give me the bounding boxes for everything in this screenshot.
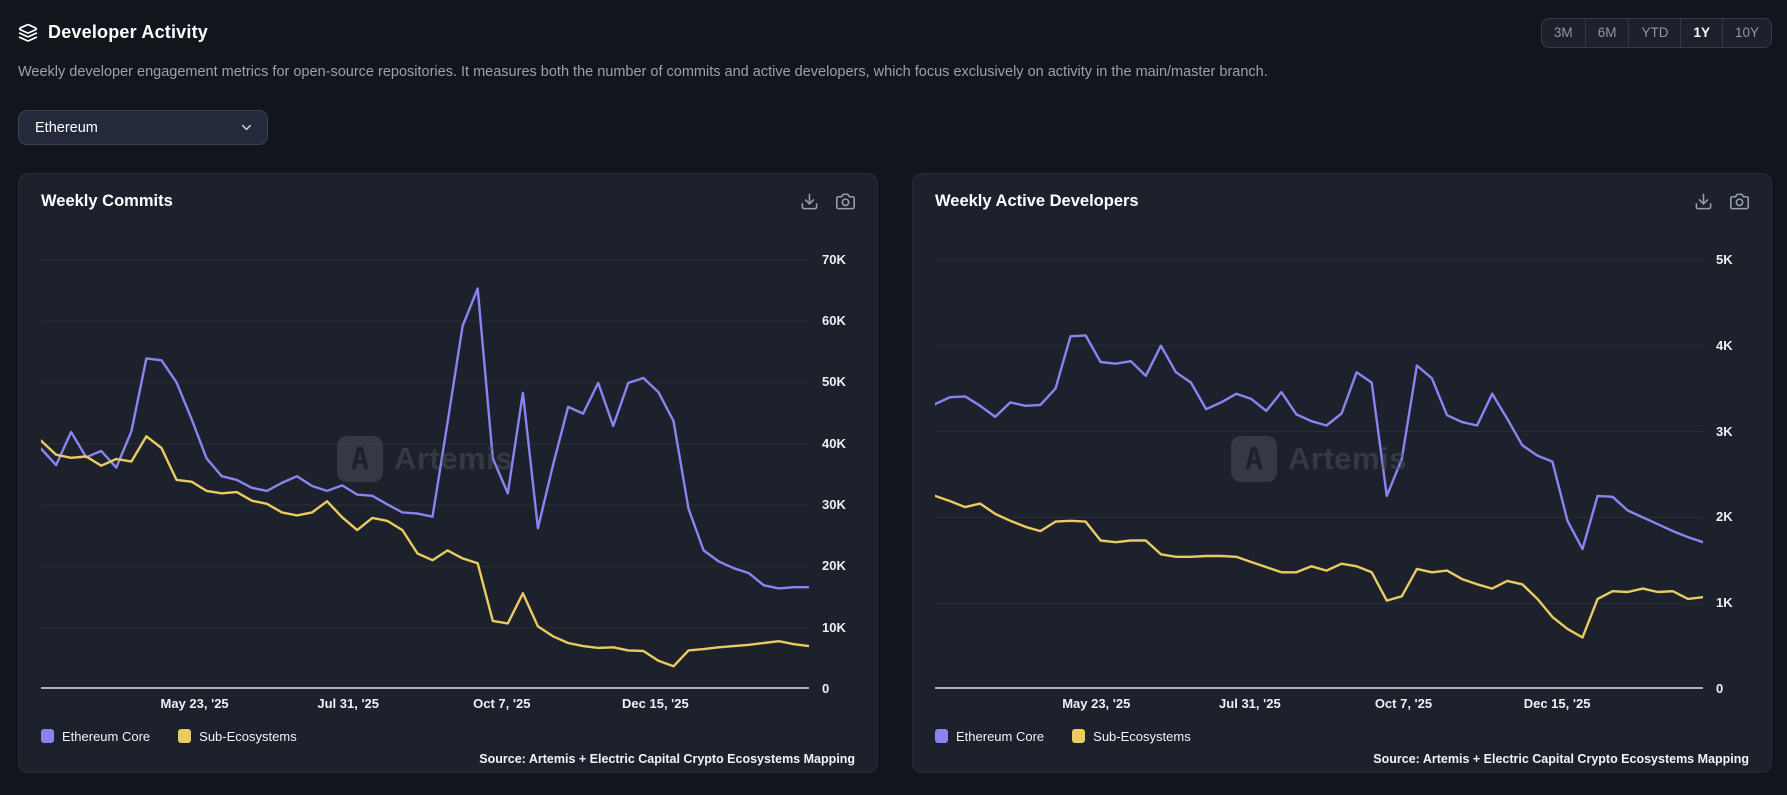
card-actions: [1694, 192, 1749, 211]
camera-icon: [1730, 193, 1749, 210]
chevron-down-icon: [241, 124, 252, 131]
legend-item-ethereum-core[interactable]: Ethereum Core: [41, 729, 150, 744]
y-tick-label: 2K: [1716, 509, 1733, 525]
y-tick-label: 0: [822, 681, 830, 697]
card-header: Weekly Active Developers: [935, 192, 1749, 211]
legend-item-sub-ecosystems[interactable]: Sub-Ecosystems: [178, 729, 297, 744]
range-button-1y[interactable]: 1Y: [1680, 19, 1722, 47]
range-button-ytd[interactable]: YTD: [1628, 19, 1680, 47]
range-button-10y[interactable]: 10Y: [1721, 19, 1771, 47]
download-icon: [1695, 193, 1712, 210]
y-tick-label: 10K: [822, 619, 846, 635]
chart-plot[interactable]: A Artemis: [41, 229, 809, 689]
chart-legend: Ethereum Core Sub-Ecosystems: [41, 725, 855, 747]
line-chart: [935, 259, 1703, 689]
series-line-sub-ecosystems: [41, 435, 809, 668]
page-description: Weekly developer engagement metrics for …: [18, 64, 1268, 80]
chart-title: Weekly Commits: [41, 192, 173, 211]
page-title: Developer Activity: [48, 22, 208, 42]
legend-swatch: [1072, 729, 1086, 744]
weekly-commits-card: Weekly Commits A Artemis 70K 60K 50K 40K…: [18, 173, 878, 774]
download-button[interactable]: [800, 192, 819, 211]
page-header: Developer Activity 3M 6M YTD 1Y 10Y: [18, 16, 1772, 48]
x-tick-label: Dec 15, '25: [622, 696, 689, 712]
x-tick-label: Jul 31, '25: [317, 696, 380, 712]
y-axis-labels: 70K 60K 50K 40K 30K 20K 10K 0: [809, 229, 855, 696]
y-tick-label: 50K: [822, 374, 846, 390]
camera-icon: [836, 193, 855, 210]
card-header: Weekly Commits: [41, 192, 855, 211]
plot-row: A Artemis 5K 4K 3K 2K 1K 0: [935, 229, 1749, 696]
y-tick-label: 1K: [1716, 595, 1733, 611]
x-axis-labels: May 23, '25 Jul 31, '25 Oct 7, '25 Dec 15, …: [935, 696, 1703, 716]
x-tick-label: Jul 31, '25: [1219, 696, 1281, 712]
legend-label: Sub-Ecosystems: [199, 728, 297, 744]
range-button-6m[interactable]: 6M: [1584, 19, 1629, 47]
line-chart: [41, 259, 809, 689]
y-tick-label: 3K: [1716, 423, 1733, 439]
legend-label: Ethereum Core: [62, 728, 151, 744]
ecosystem-dropdown-value: Ethereum: [35, 119, 98, 136]
series-line-ethereum-core: [41, 287, 809, 590]
y-tick-label: 30K: [822, 497, 846, 513]
camera-button[interactable]: [1730, 192, 1749, 211]
legend-label: Ethereum Core: [956, 728, 1045, 744]
legend-item-ethereum-core[interactable]: Ethereum Core: [935, 729, 1044, 744]
y-tick-label: 40K: [822, 435, 846, 451]
x-tick-label: May 23, '25: [160, 696, 229, 712]
y-tick-label: 20K: [822, 558, 846, 574]
y-tick-label: 4K: [1716, 337, 1733, 353]
range-button-3m[interactable]: 3M: [1542, 19, 1585, 47]
page-title-wrap: Developer Activity: [18, 22, 208, 43]
page: Developer Activity 3M 6M YTD 1Y 10Y Weekly d…: [0, 0, 1787, 774]
download-icon: [801, 193, 818, 210]
card-actions: [800, 192, 855, 211]
y-tick-label: 5K: [1716, 251, 1733, 267]
legend-label: Sub-Ecosystems: [1093, 728, 1191, 744]
source-attribution: Source: Artemis + Electric Capital Crypt…: [479, 752, 855, 767]
x-tick-label: Oct 7, '25: [473, 696, 531, 712]
chart-title: Weekly Active Developers: [935, 192, 1139, 211]
y-axis-labels: 5K 4K 3K 2K 1K 0: [1703, 229, 1749, 696]
ecosystem-dropdown[interactable]: Ethereum: [18, 110, 268, 146]
weekly-active-developers-card: Weekly Active Developers A Artemis 5K 4K…: [912, 173, 1772, 774]
layers-icon: [18, 23, 38, 42]
x-axis-labels: May 23, '25 Jul 31, '25 Oct 7, '25 Dec 15, …: [41, 696, 809, 716]
camera-button[interactable]: [836, 192, 855, 211]
y-tick-label: 60K: [822, 313, 846, 329]
chart-plot[interactable]: A Artemis: [935, 229, 1703, 689]
y-tick-label: 70K: [822, 251, 846, 267]
x-tick-label: May 23, '25: [1062, 696, 1131, 712]
download-button[interactable]: [1694, 192, 1713, 211]
charts-row: Weekly Commits A Artemis 70K 60K 50K 40K…: [18, 173, 1772, 774]
legend-swatch: [41, 729, 54, 744]
legend-item-sub-ecosystems[interactable]: Sub-Ecosystems: [1072, 729, 1191, 744]
x-tick-label: Dec 15, '25: [1523, 696, 1591, 712]
time-range-selector: 3M 6M YTD 1Y 10Y: [1540, 18, 1772, 48]
x-tick-label: Oct 7, '25: [1374, 696, 1433, 712]
source-attribution: Source: Artemis + Electric Capital Crypt…: [1373, 752, 1749, 767]
chart-legend: Ethereum Core Sub-Ecosystems: [935, 725, 1749, 747]
legend-swatch: [178, 729, 192, 744]
plot-row: A Artemis 70K 60K 50K 40K 30K 20K 10K 0: [41, 229, 855, 696]
legend-swatch: [935, 729, 948, 744]
y-tick-label: 0: [1716, 681, 1724, 697]
